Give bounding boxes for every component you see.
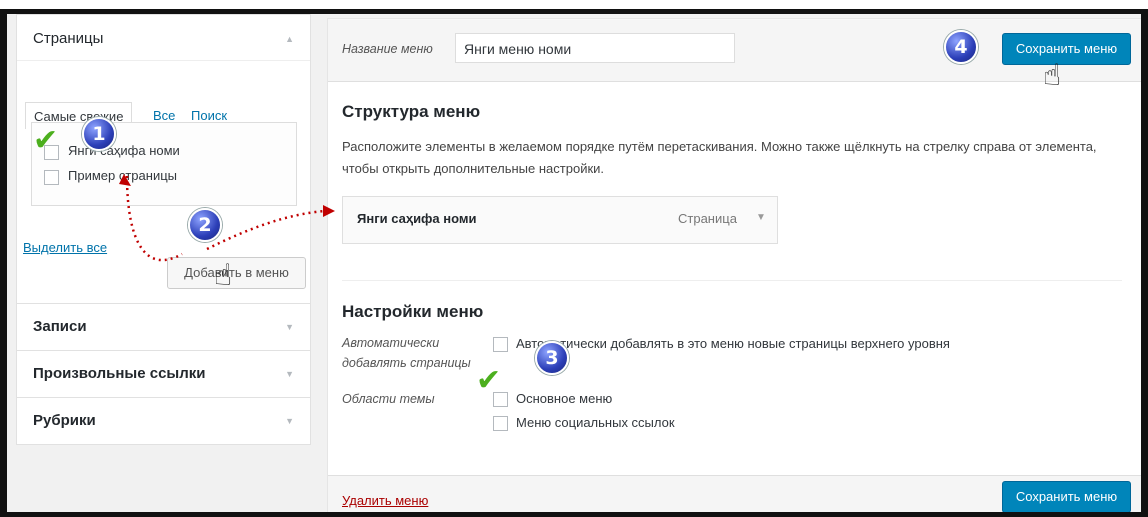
- auto-add-label-line1: Автоматически: [342, 336, 440, 350]
- menu-edit-panel: Название меню Янги меню номи Сохранить м…: [327, 18, 1141, 512]
- pages-panel: Страницы ▲ Самые свежие Все Поиск Янги с…: [16, 14, 311, 305]
- auto-add-label-line2: добавлять страницы: [342, 356, 471, 370]
- categories-panel-title: Рубрики: [33, 412, 96, 429]
- pointer-hand-icon: ☝: [214, 258, 233, 293]
- menu-header: Название меню Янги меню номи Сохранить м…: [328, 19, 1141, 82]
- screenshot-frame: Страницы ▲ Самые свежие Все Поиск Янги с…: [0, 9, 1148, 517]
- checkmark-icon-step3: ✔: [476, 363, 502, 398]
- settings-title: Настройки меню: [342, 302, 484, 321]
- structure-description: Расположите элементы в желаемом порядке …: [342, 139, 1097, 176]
- step-badge-3: 3: [535, 341, 569, 375]
- save-menu-button-top[interactable]: Сохранить меню: [1002, 33, 1131, 65]
- tab-all[interactable]: Все: [153, 108, 175, 123]
- admin-area: Страницы ▲ Самые свежие Все Поиск Янги с…: [7, 14, 1141, 512]
- section-divider: [342, 280, 1122, 281]
- auto-add-option-label: Автоматически добавлять в это меню новые…: [516, 336, 950, 351]
- collapse-arrow-icon[interactable]: ▲: [285, 34, 294, 44]
- tab-search[interactable]: Поиск: [191, 108, 227, 123]
- page-label-1: Янги саҳифа номи: [68, 143, 180, 158]
- add-to-menu-button[interactable]: Добавить в меню: [167, 257, 306, 289]
- step-badge-2: 2: [188, 208, 222, 242]
- custom-links-panel-title: Произвольные ссылки: [33, 365, 206, 382]
- auto-add-checkbox[interactable]: [493, 337, 508, 352]
- custom-links-panel[interactable]: Произвольные ссылки ▼: [16, 350, 311, 398]
- structure-title: Структура меню: [342, 102, 481, 121]
- social-menu-checkbox[interactable]: [493, 416, 508, 431]
- posts-panel[interactable]: Записи ▼: [16, 303, 311, 351]
- page-label-2: Пример страницы: [68, 168, 177, 183]
- delete-menu-link[interactable]: Удалить меню: [342, 493, 428, 508]
- expand-arrow-icon[interactable]: ▼: [285, 369, 294, 379]
- pages-panel-title: Страницы: [33, 30, 104, 47]
- categories-panel[interactable]: Рубрики ▼: [16, 397, 311, 445]
- menu-item[interactable]: Янги саҳифа номи Страница ▼: [342, 196, 778, 244]
- step-badge-1: 1: [82, 117, 116, 151]
- social-menu-label: Меню социальных ссылок: [516, 415, 675, 430]
- checkmark-icon-step1: ✔: [33, 123, 59, 158]
- save-menu-button-bottom[interactable]: Сохранить меню: [1002, 481, 1131, 512]
- theme-locations-label: Области темы: [342, 392, 435, 406]
- pages-panel-header[interactable]: Страницы ▲: [17, 15, 310, 61]
- pointer-hand-icon: ☝: [1043, 58, 1062, 93]
- posts-panel-title: Записи: [33, 318, 87, 335]
- menu-item-title: Янги саҳифа номи: [357, 211, 477, 226]
- expand-arrow-icon[interactable]: ▼: [285, 416, 294, 426]
- menu-item-toggle-icon[interactable]: ▼: [756, 212, 766, 223]
- step-badge-4: 4: [944, 30, 978, 64]
- menu-item-type: Страница: [678, 211, 737, 226]
- primary-menu-label: Основное меню: [516, 391, 613, 406]
- expand-arrow-icon[interactable]: ▼: [285, 322, 294, 332]
- page-checkbox-2[interactable]: [44, 170, 59, 185]
- menu-name-input[interactable]: Янги меню номи: [455, 33, 735, 63]
- menu-items-column: Страницы ▲ Самые свежие Все Поиск Янги с…: [7, 14, 311, 512]
- menu-name-label: Название меню: [342, 42, 433, 56]
- pages-checklist: Янги саҳифа номи Пример страницы: [31, 122, 297, 206]
- select-all-link[interactable]: Выделить все: [23, 240, 107, 255]
